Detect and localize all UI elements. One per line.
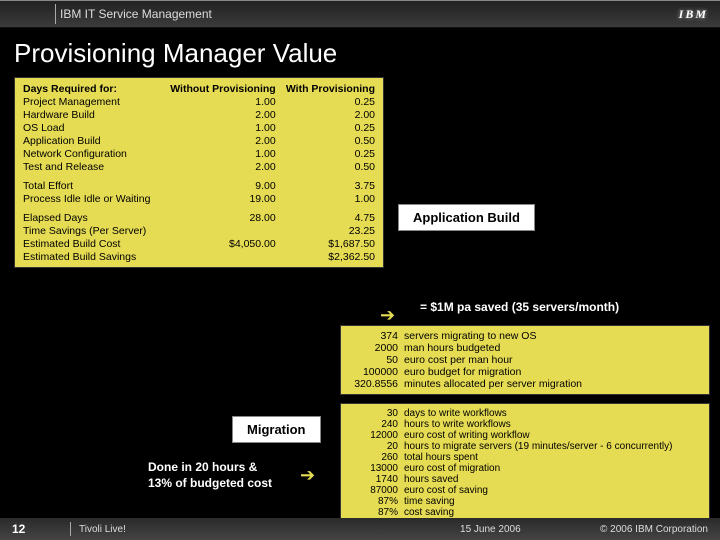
cell [161,250,278,263]
cell: days to write workflows [404,408,672,419]
cell: 2.00 [278,108,377,121]
done-line1: Done in 20 hours & [148,460,257,474]
cell: 23.25 [278,224,377,237]
cell: 87% [349,507,404,518]
cell: euro cost of migration [404,463,672,474]
row-label: Estimated Build Cost [21,237,161,250]
cell: 13000 [349,463,404,474]
row-label: Elapsed Days [21,211,161,224]
cell: man hours budgeted [404,342,582,354]
cell: 374 [349,330,404,342]
ibm-logo: IBM [679,7,708,22]
cell: 30 [349,408,404,419]
cell: 1.00 [161,95,278,108]
cell: hours saved [404,474,672,485]
cell: euro cost per man hour [404,354,582,366]
cell: $4,050.00 [161,237,278,250]
cell: euro budget for migration [404,366,582,378]
row-label: Test and Release [21,160,161,173]
header-bar: IBM IT Service Management IBM [0,0,720,28]
done-line2: 13% of budgeted cost [148,476,272,490]
callout-saved: = $1M pa saved (35 servers/month) [420,300,619,314]
page-title: Provisioning Manager Value [0,28,720,77]
cell: 0.50 [278,134,377,147]
page-number: 12 [12,522,62,536]
cell: $1,687.50 [278,237,377,250]
cell: 240 [349,419,404,430]
cell: 0.50 [278,160,377,173]
cell: $2,362.50 [278,250,377,263]
cell: 0.25 [278,95,377,108]
cell: minutes allocated per server migration [404,378,582,390]
cell: 2.00 [161,160,278,173]
footer-divider [70,522,71,536]
row-label: Process Idle Idle or Waiting [21,192,161,205]
header-divider [55,4,56,24]
cell: 12000 [349,430,404,441]
cell: euro cost of saving [404,485,672,496]
provisioning-comparison-table: Days Required for: Without Provisioning … [14,77,384,268]
row-label: Project Management [21,95,161,108]
cell: 0.25 [278,121,377,134]
cell: total hours spent [404,452,672,463]
cell: 2.00 [161,134,278,147]
arrow-right-icon: ➔ [300,465,315,486]
cell [161,224,278,237]
callout-migration: Migration [232,416,321,443]
footer-bar: 12 Tivoli Live! 15 June 2006 © 2006 IBM … [0,518,720,540]
cell: 1.00 [278,192,377,205]
footer-copyright: © 2006 IBM Corporation [600,524,708,535]
cell: cost saving [404,507,672,518]
cell: hours to write workflows [404,419,672,430]
cell: 87000 [349,485,404,496]
cell: 2.00 [161,108,278,121]
cell: 20 [349,441,404,452]
arrow-right-icon: ➔ [380,305,395,326]
row-label: Estimated Build Savings [21,250,161,263]
col-header-with: With Provisioning [278,82,377,95]
header-product: IBM IT Service Management [60,7,212,21]
cell: servers migrating to new OS [404,330,582,342]
footer-date: 15 June 2006 [460,524,600,535]
migration-result-box: 30days to write workflows 240hours to wr… [340,403,710,523]
cell: 1.00 [161,147,278,160]
row-label: OS Load [21,121,161,134]
row-label: Network Configuration [21,147,161,160]
cell: time saving [404,496,672,507]
cell: 4.75 [278,211,377,224]
migration-input-box: 374servers migrating to new OS 2000man h… [340,325,710,395]
cell: euro cost of writing workflow [404,430,672,441]
cell: 100000 [349,366,404,378]
cell: 260 [349,452,404,463]
cell: 320.8556 [349,378,404,390]
callout-application-build: Application Build [398,204,535,231]
row-label: Hardware Build [21,108,161,121]
cell: 87% [349,496,404,507]
row-label: Total Effort [21,179,161,192]
cell: 2000 [349,342,404,354]
cell: 28.00 [161,211,278,224]
cell: 50 [349,354,404,366]
cell: 19.00 [161,192,278,205]
cell: 1740 [349,474,404,485]
col-header-task: Days Required for: [21,82,161,95]
col-header-without: Without Provisioning [161,82,278,95]
cell: 0.25 [278,147,377,160]
cell: 1.00 [161,121,278,134]
callout-done: Done in 20 hours & 13% of budgeted cost [148,460,272,491]
row-label: Time Savings (Per Server) [21,224,161,237]
footer-event: Tivoli Live! [79,524,460,535]
cell: 3.75 [278,179,377,192]
row-label: Application Build [21,134,161,147]
cell: 9.00 [161,179,278,192]
cell: hours to migrate servers (19 minutes/ser… [404,441,672,452]
